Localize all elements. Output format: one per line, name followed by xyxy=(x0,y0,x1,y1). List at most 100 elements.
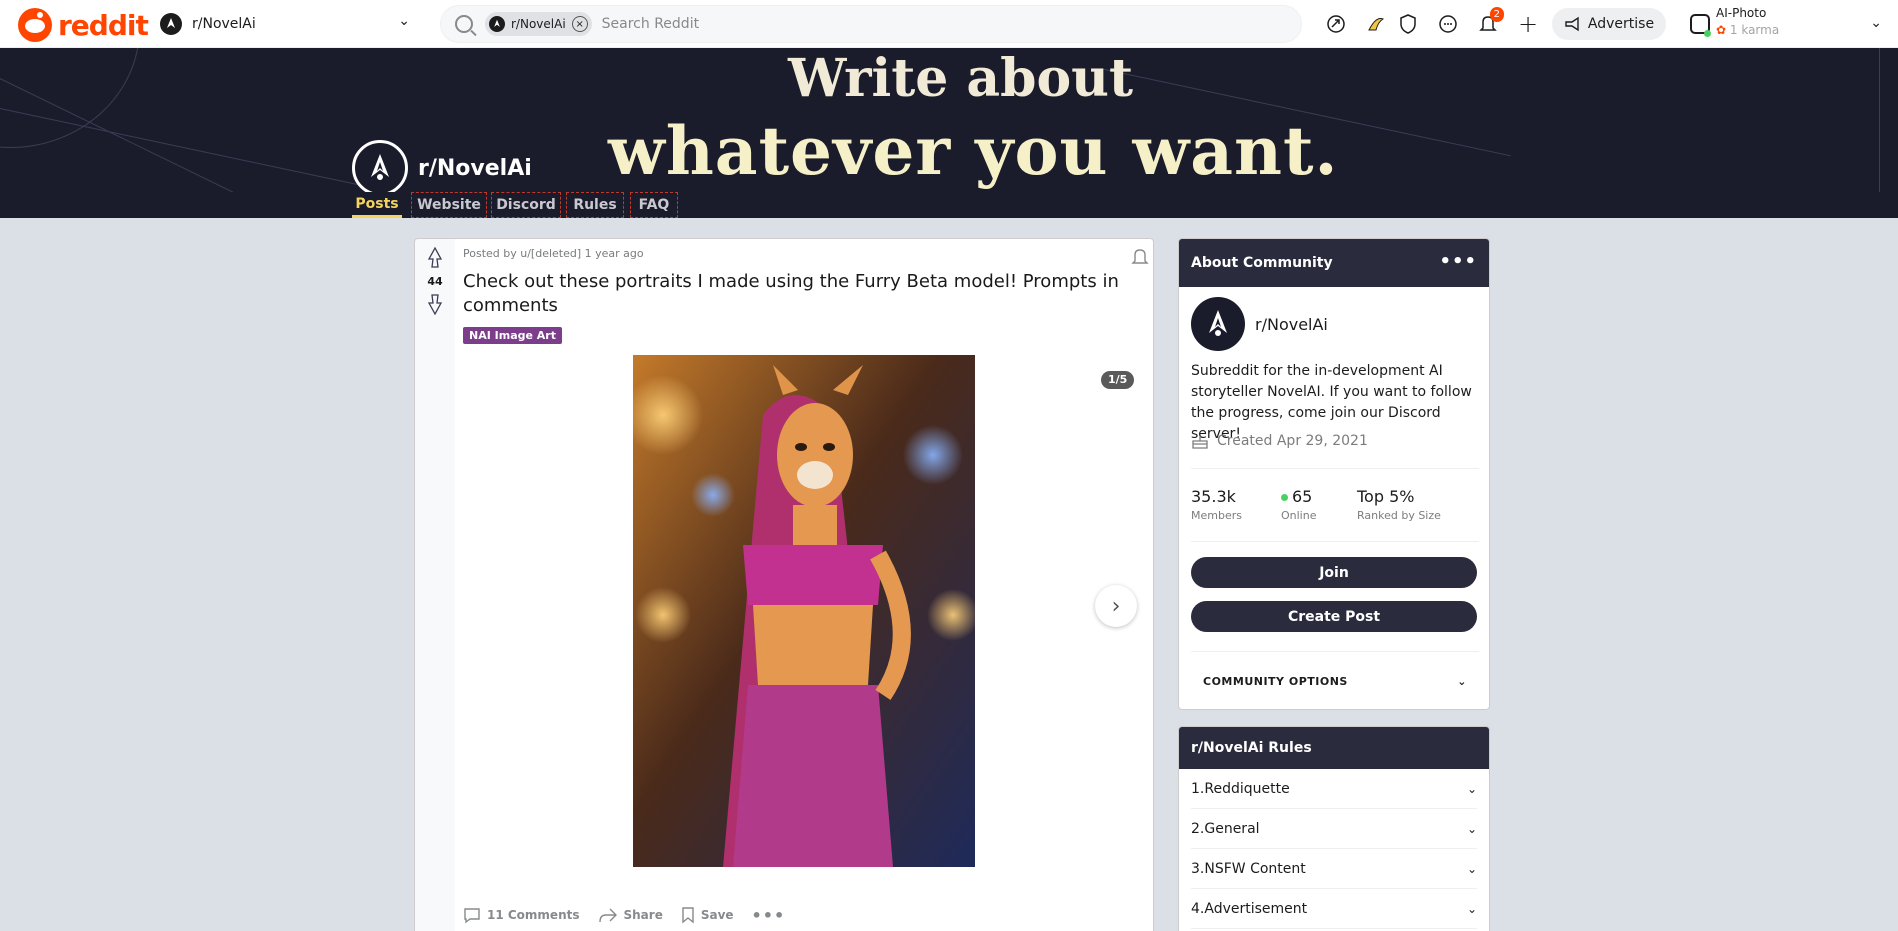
join-button[interactable]: Join xyxy=(1191,557,1477,588)
share-button[interactable]: Share xyxy=(598,907,663,923)
more-options-icon[interactable]: ••• xyxy=(1439,251,1477,272)
online-label: Online xyxy=(1281,509,1317,522)
chat-icon[interactable] xyxy=(1436,12,1460,36)
vote-score: 44 xyxy=(427,275,443,288)
about-subreddit-name[interactable]: r/NovelAi xyxy=(1255,315,1328,334)
share-icon xyxy=(598,908,617,923)
created-label: Created Apr 29, 2021 xyxy=(1217,433,1368,449)
post-image[interactable] xyxy=(633,355,975,867)
subreddit-banner: Write about whatever you want. r/NovelAi xyxy=(0,48,1898,192)
members-stat: 35.3k Members xyxy=(1191,487,1242,522)
about-community-card: About Community ••• r/NovelAi Subreddit … xyxy=(1178,238,1490,710)
rule-item[interactable]: 1.Reddiquette ⌄ xyxy=(1191,769,1477,809)
create-plus-icon[interactable]: + xyxy=(1516,10,1540,38)
bookmark-icon xyxy=(682,907,694,924)
rule-number: 4. xyxy=(1191,900,1205,917)
chevron-right-icon: › xyxy=(1111,593,1121,619)
rule-label: NSFW Content xyxy=(1204,860,1306,877)
rule-label: Reddiquette xyxy=(1204,780,1290,797)
vote-column: 44 xyxy=(415,239,455,931)
comment-icon xyxy=(464,908,480,924)
post-actions: 11 Comments Share Save ••• xyxy=(463,903,785,927)
post-title[interactable]: Check out these portraits I made using t… xyxy=(463,270,1143,318)
logo-wordmark: reddit xyxy=(58,8,149,42)
about-community-header: About Community ••• xyxy=(1179,239,1489,287)
about-subreddit: r/NovelAi xyxy=(1191,297,1328,351)
popular-icon[interactable] xyxy=(1324,12,1348,36)
rank-stat: Top 5% Ranked by Size xyxy=(1357,487,1441,522)
more-options-icon[interactable]: ••• xyxy=(752,906,786,925)
created-date: Created Apr 29, 2021 xyxy=(1191,433,1368,449)
community-options-toggle[interactable]: COMMUNITY OPTIONS ⌄ xyxy=(1203,675,1467,688)
rule-item[interactable]: 4.Advertisement ⌄ xyxy=(1191,889,1477,929)
create-post-button[interactable]: Create Post xyxy=(1191,601,1477,632)
tab-rules[interactable]: Rules xyxy=(566,192,624,218)
notification-count-badge: 2 xyxy=(1489,7,1504,22)
chevron-down-icon: ⌄ xyxy=(1466,861,1477,876)
online-dot xyxy=(1281,494,1288,501)
reddit-snoo-icon xyxy=(18,8,52,42)
gallery-image xyxy=(633,355,975,867)
megaphone-icon xyxy=(1565,16,1579,32)
downvote-icon[interactable] xyxy=(425,293,445,315)
banner-headline-line1: Write about xyxy=(788,48,1133,109)
tab-posts[interactable]: Posts xyxy=(352,192,402,218)
karma-count: ✿ 1 karma xyxy=(1716,23,1779,37)
save-label: Save xyxy=(700,908,734,922)
rules-card: r/NovelAi Rules 1.Reddiquette ⌄ 2.Genera… xyxy=(1178,726,1490,931)
save-button[interactable]: Save xyxy=(681,906,734,924)
karma-icon: ✿ xyxy=(1716,23,1727,37)
post-card[interactable]: 44 Posted by u/[deleted] 1 year ago Chec… xyxy=(414,238,1154,931)
rule-label: Advertisement xyxy=(1204,900,1308,917)
tab-faq[interactable]: FAQ xyxy=(630,192,678,218)
rank-value: Top 5% xyxy=(1357,487,1415,506)
search-icon xyxy=(455,15,473,33)
clear-chip-icon[interactable]: × xyxy=(571,16,588,32)
subreddit-title: r/NovelAi xyxy=(418,155,532,181)
rule-number: 2. xyxy=(1191,820,1205,837)
username: AI-Photo xyxy=(1716,6,1767,20)
crypto-icon[interactable] xyxy=(1364,12,1388,36)
cake-icon xyxy=(1192,436,1208,449)
novelai-icon xyxy=(489,16,505,32)
subreddit-icon xyxy=(352,140,408,192)
rule-label: General xyxy=(1204,820,1260,837)
community-options-label: COMMUNITY OPTIONS xyxy=(1203,675,1348,688)
chevron-down-icon: ⌄ xyxy=(1466,901,1477,916)
user-menu[interactable]: AI-Photo ✿ 1 karma ⌄ xyxy=(1688,6,1888,42)
chevron-down-icon: ⌄ xyxy=(1466,781,1477,796)
members-label: Members xyxy=(1191,509,1242,522)
chevron-down-icon: ⌄ xyxy=(398,13,410,29)
chevron-down-icon: ⌄ xyxy=(1466,821,1477,836)
community-selector-label: r/NovelAi xyxy=(192,16,256,32)
tab-discord[interactable]: Discord xyxy=(491,192,561,218)
upvote-icon[interactable] xyxy=(425,247,445,269)
search-bar[interactable]: r/NovelAi × Search Reddit xyxy=(440,5,1302,43)
advertise-button[interactable]: Advertise xyxy=(1552,8,1666,40)
reddit-logo[interactable]: reddit xyxy=(18,8,149,42)
post-meta: Posted by u/[deleted] 1 year ago xyxy=(463,247,644,260)
rules-heading: r/NovelAi Rules xyxy=(1179,727,1489,769)
online-status-dot xyxy=(1704,30,1711,37)
members-value: 35.3k xyxy=(1191,487,1236,506)
post-flair[interactable]: NAI Image Art xyxy=(463,327,562,344)
novelai-icon xyxy=(160,13,182,35)
subreddit-title-block: r/NovelAi xyxy=(352,140,532,192)
search-chip-label: r/NovelAi xyxy=(511,17,566,31)
follow-post-bell-icon[interactable] xyxy=(1131,247,1149,271)
subreddit-icon xyxy=(1191,297,1245,351)
divider xyxy=(1191,651,1479,652)
gallery-next-button[interactable]: › xyxy=(1095,585,1137,627)
notifications-bell-icon[interactable]: 2 xyxy=(1476,7,1504,36)
search-input[interactable]: Search Reddit xyxy=(602,16,699,32)
top-header: reddit r/NovelAi ⌄ r/NovelAi × Search Re… xyxy=(0,0,1898,48)
comments-button[interactable]: 11 Comments xyxy=(463,906,580,924)
rule-item[interactable]: 2.General ⌄ xyxy=(1191,809,1477,849)
banner-headline-line2: whatever you want. xyxy=(608,112,1339,190)
share-label: Share xyxy=(623,908,663,922)
rule-item[interactable]: 3.NSFW Content ⌄ xyxy=(1191,849,1477,889)
community-selector[interactable]: r/NovelAi ⌄ xyxy=(160,8,416,40)
search-scope-chip[interactable]: r/NovelAi × xyxy=(485,12,592,36)
moderation-shield-icon[interactable] xyxy=(1396,12,1420,36)
tab-website[interactable]: Website xyxy=(411,192,487,218)
